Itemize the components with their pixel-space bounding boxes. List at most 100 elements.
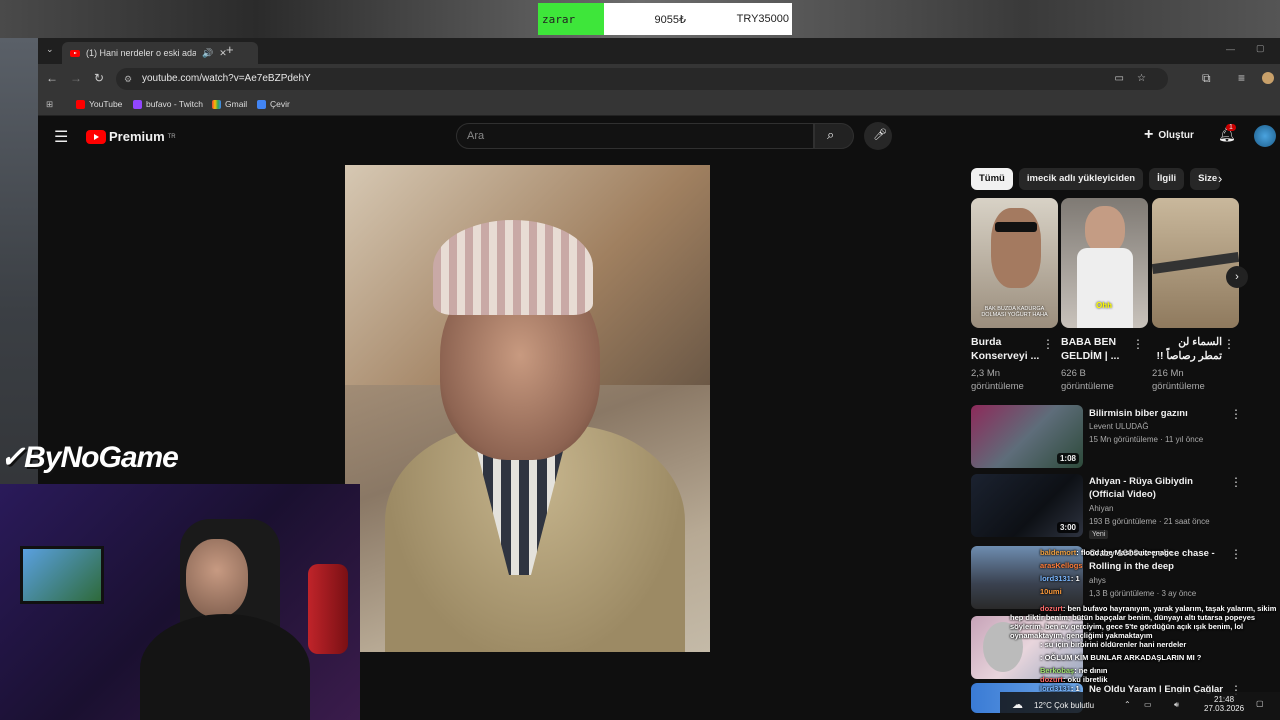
webcam-red-object <box>308 564 348 654</box>
apps-grid-icon[interactable]: ⊞ <box>46 99 53 110</box>
ticker-value-lira: 9055₺ <box>654 13 686 26</box>
taskbar-tray: ☁ 12°C Çok bulutlu ⌃ ▭ 🔊︎ 21:48 27.03.202… <box>1000 692 1280 720</box>
notification-count-badge: 1 <box>1226 124 1236 131</box>
video-thumbnail-1[interactable]: 1:08 <box>971 405 1083 468</box>
bookmark-youtube[interactable]: YouTube <box>76 99 122 109</box>
chat-line: söylerim, ben ev gerciyim, gece 5'te gör… <box>1010 622 1244 631</box>
bookmarks-bar: ⊞ YouTube bufavo - Twitch Gmail Çevir <box>38 94 1280 116</box>
short-2-more-icon[interactable]: ⋮ <box>1132 337 1144 351</box>
webcam-tv <box>20 546 104 604</box>
video-1-duration: 1:08 <box>1056 453 1079 464</box>
ticker-label: zarar <box>538 3 604 35</box>
chat-line: lord3131: 1 <box>1040 574 1080 583</box>
video-thumbnail-2[interactable]: 3:00 <box>971 474 1083 537</box>
shorts-next-button[interactable]: › <box>1226 266 1248 288</box>
ticker-value-goal: TRY35000 <box>736 13 789 25</box>
video-frame-hat <box>433 220 593 315</box>
cast-icon[interactable]: ▭ <box>1115 68 1124 90</box>
chat-line: baldemort: flood the Mashsuiteenage <box>1040 548 1173 557</box>
microphone-icon: 🎤︎ <box>873 129 887 141</box>
chips-next-icon[interactable]: › <box>1218 171 1222 186</box>
youtube-logo-icon <box>86 129 106 144</box>
create-button[interactable]: + Oluştur <box>1144 126 1194 144</box>
chip-for-you[interactable]: Size <box>1190 168 1221 190</box>
short-1-more-icon[interactable]: ⋮ <box>1042 337 1054 351</box>
tray-expand-icon[interactable]: ⌃ <box>1124 700 1131 709</box>
webcam-streamer-body <box>140 614 310 720</box>
reload-icon[interactable]: ↻ <box>94 71 104 85</box>
maximize-icon[interactable]: ▢ <box>1256 43 1265 54</box>
site-info-icon[interactable]: ⚙ <box>124 68 132 90</box>
video-2-more-icon[interactable]: ⋮ <box>1230 475 1242 489</box>
sunglasses-shape <box>995 222 1037 232</box>
short-1-views: 2,3 Mn görüntüleme <box>971 368 1024 392</box>
video-2-duration: 3:00 <box>1056 522 1079 533</box>
chat-overlay-lower: dozurt: ben bufavo hayranıyım, yarak yal… <box>1010 604 1280 693</box>
donation-ticker: zarar 9055₺ TRY35000 <box>538 3 792 35</box>
menu-icon[interactable]: ☰ <box>54 127 68 147</box>
short-thumbnail-2[interactable]: Ohh <box>1061 198 1148 328</box>
streamer-webcam <box>0 484 360 720</box>
chip-related[interactable]: İlgili <box>1149 168 1185 190</box>
weather-text[interactable]: 12°C Çok bulutlu <box>1034 701 1094 710</box>
short-1-caption: BAK BUZDA KADURGA DOLMASI YOĞURT HAHA <box>981 306 1048 318</box>
address-toolbar: ← → ↻ ⚙ youtube.com/watch?v=Ae7eBZPdehY … <box>38 64 1280 94</box>
video-2-channel[interactable]: Ahiyan <box>1089 504 1113 513</box>
chat-line: dozurt: ben bufavo hayranıyım, yarak yal… <box>1040 604 1277 613</box>
video-1-more-icon[interactable]: ⋮ <box>1230 407 1242 421</box>
video-1-channel[interactable]: Levent ULUDAĞ <box>1089 422 1149 431</box>
youtube-favicon-icon <box>70 49 80 57</box>
video-1-meta: 15 Mn görüntüleme · 11 yıl önce <box>1089 435 1204 444</box>
back-icon[interactable]: ← <box>46 71 58 85</box>
search-button[interactable]: ⌕ <box>814 123 854 149</box>
clock[interactable]: 21:48 27.03.2026 <box>1204 695 1244 713</box>
new-tab-icon[interactable]: + <box>226 42 234 57</box>
short-3-title[interactable]: السماء لن تمطر رصاصاً !! <box>1152 335 1222 363</box>
short-2-caption: Ohh <box>1096 301 1112 310</box>
short-1-title[interactable]: Burda Konserveyi ... <box>971 335 1041 363</box>
chat-line: oynamaktayım, gençliğimi yakmaktayım <box>1010 631 1153 640</box>
speaker-icon[interactable]: 🔊 <box>202 48 213 59</box>
search-input[interactable]: Ara <box>456 123 814 149</box>
related-filter-chips: Tümü imecik adlı yükleyiciden İlgili Siz… <box>971 168 1221 190</box>
volume-icon[interactable]: 🔊︎ <box>1174 700 1179 710</box>
notification-center-icon[interactable]: ▢ <box>1256 699 1264 708</box>
chat-overlay: baldemort: flood the Mashsuiteenage aras… <box>1040 548 1280 596</box>
profile-avatar[interactable] <box>1262 72 1274 84</box>
short-1-person <box>991 208 1041 288</box>
bookmark-twitch[interactable]: bufavo - Twitch <box>133 99 203 109</box>
url-text: youtube.com/watch?v=Ae7eBZPdehY <box>142 73 311 84</box>
extensions-icon[interactable]: ⧉ <box>1202 71 1211 86</box>
youtube-premium-logo[interactable]: Premium TR <box>86 129 176 144</box>
twitch-icon <box>133 99 142 109</box>
forward-icon[interactable]: → <box>70 71 82 85</box>
stream-brand-logo: ✓ByNoGame <box>0 441 179 474</box>
bookmark-star-icon[interactable]: ☆ <box>1137 68 1146 90</box>
video-player[interactable] <box>345 165 710 652</box>
chip-uploader[interactable]: imecik adlı yükleyiciden <box>1018 168 1144 190</box>
plus-icon: + <box>1144 126 1154 143</box>
bookmark-gmail[interactable]: Gmail <box>212 99 247 109</box>
translate-icon <box>257 99 266 109</box>
video-2-title[interactable]: Ahiyan - Rüya Gibiydin (Official Video) <box>1089 475 1229 501</box>
chat-line: 10umi <box>1040 587 1062 596</box>
tab-bar: ⌄ (1) Hani nerdeler o eski ada 🔊 ✕ + — ▢ <box>38 38 1280 64</box>
webcam-streamer-head <box>186 539 248 617</box>
rifle-shape <box>1152 251 1239 275</box>
short-thumbnail-1[interactable]: BAK BUZDA KADURGA DOLMASI YOĞURT HAHA <box>971 198 1058 328</box>
short-thumbnail-3[interactable] <box>1152 198 1239 328</box>
voice-search-button[interactable]: 🎤︎ <box>864 122 892 150</box>
short-3-more-icon[interactable]: ⋮ <box>1223 337 1235 351</box>
youtube-header: ☰ Premium TR Ara ⌕ 🎤︎ + Oluştur 🔔︎ 1 <box>38 117 1280 159</box>
reading-list-icon[interactable]: ≡ <box>1238 71 1245 85</box>
video-1-title[interactable]: Bilirmisin biber gazını <box>1089 407 1229 420</box>
network-icon[interactable]: ▭ <box>1144 700 1152 709</box>
bookmark-translate[interactable]: Çevir <box>257 99 290 109</box>
url-field[interactable]: ⚙ youtube.com/watch?v=Ae7eBZPdehY ▭ ☆ <box>116 68 1168 90</box>
minimize-icon[interactable]: — <box>1226 44 1235 54</box>
weather-icon[interactable]: ☁ <box>1012 698 1023 711</box>
chip-all[interactable]: Tümü <box>971 168 1013 190</box>
short-2-title[interactable]: BABA BEN GELDİM | ... <box>1061 335 1131 363</box>
tab-list-icon[interactable]: ⌄ <box>46 44 54 55</box>
account-avatar[interactable] <box>1254 125 1276 147</box>
